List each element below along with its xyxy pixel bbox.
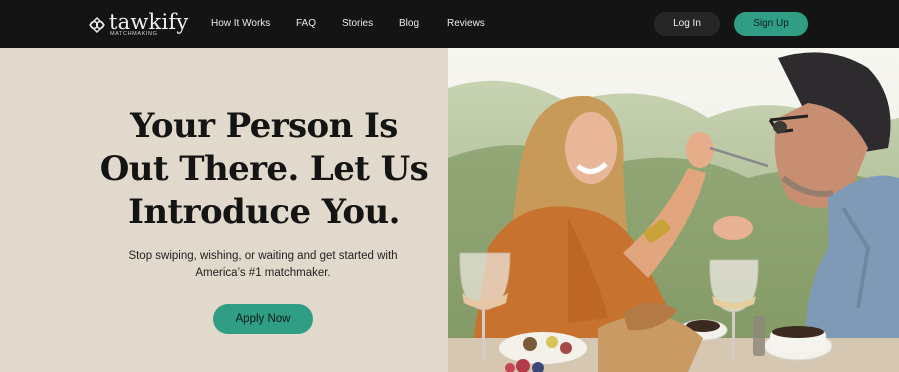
subtext-line-1: Stop swiping, wishing, or waiting and ge… [128,250,398,262]
headline-line-2: Out There. Let Us [99,149,429,189]
logo-tagline: MATCHMAKING [110,31,158,37]
tawkify-logo[interactable]: tawkify MATCHMAKING [88,10,188,39]
hero-photo [448,48,899,372]
hero-text-panel: Your Person Is Out There. Let Us Introdu… [0,48,448,372]
top-nav: tawkify MATCHMAKING How It Works FAQ Sto… [0,0,899,48]
hero-subtext: Stop swiping, wishing, or waiting and ge… [98,248,428,282]
login-button[interactable]: Log In [654,12,720,36]
signup-button[interactable]: Sign Up [734,12,808,36]
nav-link-faq[interactable]: FAQ [296,18,316,29]
headline-line-1: Your Person Is [130,106,398,146]
couple-dining-photo-icon [448,48,899,372]
nav-link-stories[interactable]: Stories [342,18,373,29]
headline-line-3: Introduce You. [128,192,400,232]
nav-link-blog[interactable]: Blog [399,18,419,29]
nav-link-reviews[interactable]: Reviews [447,18,485,29]
nav-link-how-it-works[interactable]: How It Works [211,18,270,29]
logo-knot-icon [89,17,105,33]
hero-headline: Your Person Is Out There. Let Us Introdu… [84,105,444,234]
apply-now-button[interactable]: Apply Now [213,304,313,334]
subtext-line-2: America’s #1 matchmaker. [195,267,331,279]
